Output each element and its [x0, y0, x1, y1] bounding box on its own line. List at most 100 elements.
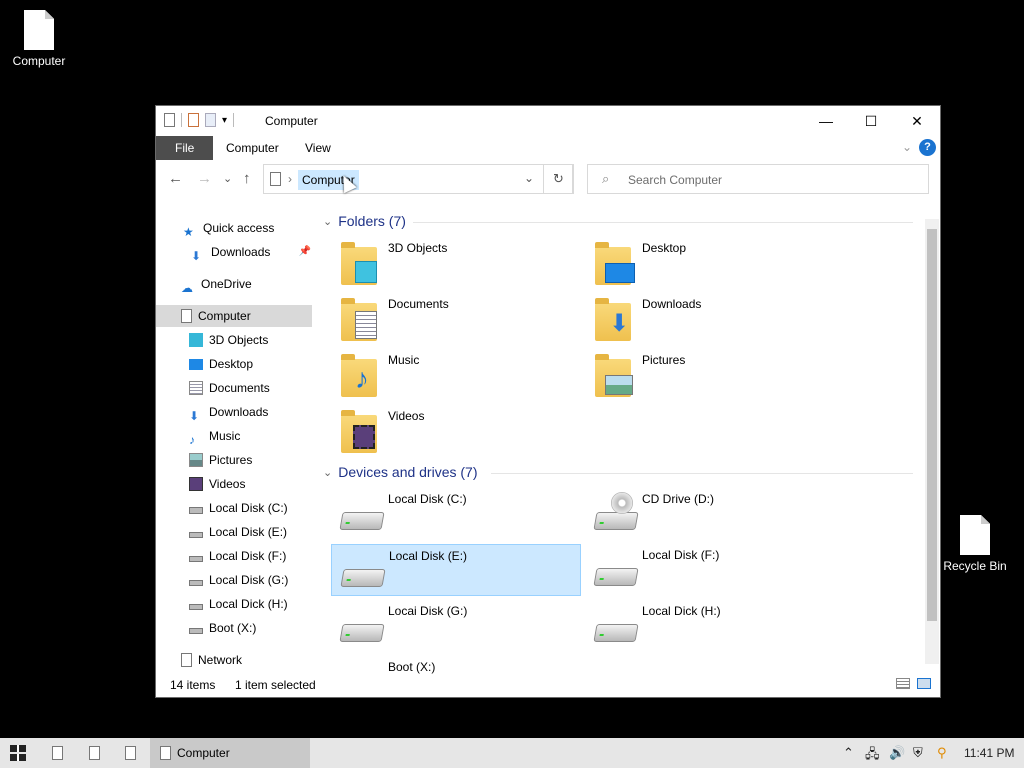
music-note-icon: ♪: [189, 433, 195, 447]
nav-item-boot-x[interactable]: Boot (X:): [189, 617, 256, 639]
nav-item-label: Desktop: [209, 357, 254, 371]
nav-item-music[interactable]: ♪ Music: [189, 425, 240, 447]
folder-item-videos[interactable]: Videos: [331, 405, 581, 457]
properties-icon[interactable]: [164, 113, 175, 127]
expand-ribbon-chevron-icon[interactable]: ⌄: [902, 140, 912, 154]
nav-item-label: OneDrive: [201, 277, 252, 291]
item-label: Music: [388, 353, 420, 367]
folder-item-music[interactable]: ♪ Music: [331, 349, 581, 401]
security-shield-icon[interactable]: ⛨: [913, 745, 923, 761]
nav-item-network[interactable]: Network: [181, 649, 242, 671]
group-header-devices[interactable]: ⌄ Devices and drives (7): [323, 464, 478, 480]
item-label: Local Disk (E:): [389, 549, 468, 563]
start-windows-icon[interactable]: [10, 745, 26, 761]
videos-icon: [189, 477, 203, 491]
group-title: Devices and drives (7): [338, 464, 478, 480]
show-hidden-icons-chevron-icon[interactable]: ⌃: [843, 745, 854, 761]
divider: [491, 473, 913, 474]
pinned-app-icon[interactable]: [125, 746, 136, 760]
nav-item-downloads-pinned[interactable]: ⬇ Downloads 📌: [191, 241, 311, 263]
details-view-icon[interactable]: [896, 678, 910, 689]
nav-item-downloads[interactable]: ⬇ Downloads: [189, 401, 268, 423]
taskbar-app-computer[interactable]: Computer: [150, 738, 310, 768]
scrollbar-thumb[interactable]: [927, 229, 937, 621]
folder-downloads-icon: ⬇: [595, 297, 633, 341]
help-button[interactable]: ?: [919, 139, 936, 156]
folder-item-pictures[interactable]: Pictures: [585, 349, 835, 401]
quick-access-toolbar: ▾: [164, 113, 235, 127]
search-key-icon[interactable]: ⚲: [937, 745, 947, 761]
drive-item-local-disk-g[interactable]: Locai Disk (G:): [331, 600, 581, 652]
file-icon: [960, 515, 990, 555]
nav-item-videos[interactable]: Videos: [189, 473, 245, 495]
folder-item-3d-objects[interactable]: 3D Objects: [331, 237, 581, 289]
nav-item-local-disk-e[interactable]: Local Disk (E:): [189, 521, 287, 543]
vertical-scrollbar[interactable]: [925, 219, 939, 664]
drive-item-cd-drive-d[interactable]: CD Drive (D:): [585, 488, 835, 540]
collapse-chevron-icon[interactable]: ⌄: [323, 215, 332, 228]
tab-file[interactable]: File: [156, 136, 214, 160]
nav-item-onedrive[interactable]: ☁ OneDrive: [181, 273, 252, 295]
close-button[interactable]: ✕: [894, 106, 940, 136]
forward-arrow-icon[interactable]: →: [197, 170, 212, 187]
address-bar[interactable]: › Computer ⌄: [263, 164, 573, 194]
recent-locations-chevron-icon[interactable]: ⌄: [223, 172, 232, 185]
nav-item-label: Boot (X:): [209, 621, 257, 635]
folder-item-downloads[interactable]: ⬇ Downloads: [585, 293, 835, 345]
breadcrumb-separator-icon[interactable]: ›: [288, 172, 292, 186]
folder-item-desktop[interactable]: Desktop: [585, 237, 835, 289]
desktop-icon-recycle-bin[interactable]: Recycle Bin: [940, 515, 1010, 573]
customize-toolbar-chevron-icon[interactable]: ▾: [222, 115, 227, 126]
nav-item-label: Local Disk (G:): [209, 573, 289, 587]
search-box[interactable]: ⌕ Search Computer: [587, 164, 929, 194]
collapse-chevron-icon[interactable]: ⌄: [323, 466, 332, 479]
nav-item-3d-objects[interactable]: 3D Objects: [189, 329, 268, 351]
clock[interactable]: 11:41 PM: [964, 746, 1014, 760]
drive-item-local-disk-f[interactable]: Local Disk (F:): [585, 544, 835, 596]
pinned-app-icon[interactable]: [89, 746, 100, 760]
nav-item-local-disk-c[interactable]: Local Disk (C:): [189, 497, 288, 519]
item-label: Videos: [388, 409, 425, 423]
nav-item-desktop[interactable]: Desktop: [189, 353, 253, 375]
nav-item-label: 3D Objects: [209, 333, 269, 347]
nav-item-pictures[interactable]: Pictures: [189, 449, 252, 471]
volume-icon[interactable]: 🔊: [889, 745, 905, 761]
explorer-window: ▾ Computer — ☐ ✕ File Computer View ⌄ ? …: [155, 105, 941, 698]
back-arrow-icon[interactable]: ←: [168, 170, 183, 187]
network-icon[interactable]: 🖧: [865, 745, 880, 767]
nav-item-quick-access[interactable]: ★ Quick access: [183, 217, 274, 239]
nav-item-local-disk-g[interactable]: Local Disk (G:): [189, 569, 288, 591]
selection-count: 1 item selected: [235, 678, 316, 692]
desktop-icon: [189, 358, 203, 370]
desktop-icon-computer[interactable]: Computer: [4, 10, 74, 68]
group-header-folders[interactable]: ⌄ Folders (7): [323, 213, 406, 229]
documents-icon: [189, 381, 203, 395]
navigation-pane: ★ Quick access ⬇ Downloads 📌 ☁ OneDrive …: [156, 214, 314, 674]
drive-item-local-disk-c[interactable]: Local Disk (C:): [331, 488, 581, 540]
address-dropdown-chevron-icon[interactable]: ⌄: [524, 171, 534, 185]
nav-item-local-disk-f[interactable]: Local Disk (F:): [189, 545, 286, 567]
drive-item-local-disk-e[interactable]: Local Disk (E:): [331, 544, 581, 596]
nav-item-label: Downloads: [211, 245, 271, 259]
large-icons-view-icon[interactable]: [917, 678, 931, 689]
search-placeholder: Search Computer: [628, 173, 723, 187]
checklist-icon[interactable]: [188, 113, 199, 127]
nav-item-computer[interactable]: Computer: [156, 305, 312, 327]
minimize-button[interactable]: —: [803, 106, 849, 136]
folder-item-documents[interactable]: Documents: [331, 293, 581, 345]
nav-item-label: Local Disk (E:): [209, 525, 288, 539]
pinned-app-icon[interactable]: [52, 746, 63, 760]
drive-item-local-disk-h[interactable]: Local Dick (H:): [585, 600, 835, 652]
new-folder-icon[interactable]: [205, 113, 216, 127]
tab-view[interactable]: View: [295, 136, 341, 160]
nav-item-documents[interactable]: Documents: [189, 377, 270, 399]
maximize-button[interactable]: ☐: [848, 106, 894, 136]
up-arrow-icon[interactable]: ↑: [243, 170, 251, 187]
nav-item-label: Videos: [209, 477, 246, 491]
nav-item-label: Local Disk (F:): [209, 549, 287, 563]
disk-icon: [189, 628, 203, 634]
nav-item-local-disk-h[interactable]: Local Dick (H:): [189, 593, 288, 615]
item-label: Boot (X:): [388, 660, 436, 674]
tab-computer[interactable]: Computer: [216, 136, 289, 160]
refresh-button[interactable]: ↻: [543, 164, 574, 194]
